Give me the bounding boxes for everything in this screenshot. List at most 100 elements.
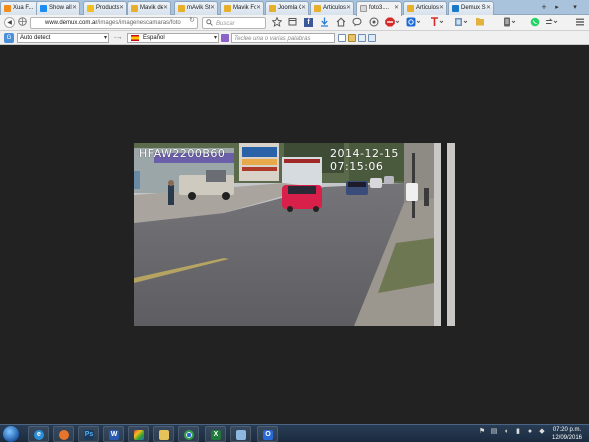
close-icon[interactable]: ✕ — [346, 4, 351, 11]
tab-articulos-1[interactable]: Articulos:... ✕ — [310, 1, 354, 15]
taskbar-photoshop[interactable]: Ps — [78, 426, 99, 442]
tab-list-button[interactable]: ▾ — [570, 3, 580, 13]
taskbar-chrome[interactable] — [178, 426, 199, 442]
bookmarks-menu-icon[interactable] — [454, 17, 468, 28]
tab-label: Xua F... — [13, 5, 34, 11]
taskbar-app-colorful[interactable] — [128, 426, 149, 442]
camera-photo[interactable]: HFAW2200B60 2014-12-15 07:15:06 — [134, 143, 455, 326]
navigation-toolbar: ◀ www.demux.com.ar/images/imagenescamara… — [0, 15, 589, 31]
image-favicon — [360, 5, 367, 12]
translate-input[interactable]: Teclee una o varias palabras — [231, 33, 335, 43]
tab-label: Articulos:... — [416, 5, 439, 11]
close-icon[interactable]: ✕ — [163, 4, 168, 11]
tab-joomla[interactable]: Joomla G... ✕ — [265, 1, 309, 15]
facebook-icon[interactable]: f — [303, 17, 314, 28]
network-icon[interactable]: ▤ — [490, 428, 498, 436]
tab-demux[interactable]: Demux S... ✕ — [448, 1, 494, 15]
photoshop-icon: Ps — [84, 430, 94, 440]
tab-products[interactable]: Products ✕ — [83, 1, 127, 15]
close-icon[interactable]: ✕ — [486, 4, 491, 11]
reload-icon[interactable]: ↻ — [189, 16, 195, 24]
bookmark-star-icon[interactable] — [271, 16, 282, 28]
whatsapp-icon[interactable] — [529, 17, 540, 28]
taskbar-ie[interactable]: e — [28, 426, 49, 442]
chevron-down-icon: ▾ — [103, 35, 107, 41]
tab-label: Mavik For... — [233, 5, 256, 11]
chat-bubble-icon[interactable] — [351, 17, 362, 28]
volume-icon[interactable]: ◖ — [502, 428, 510, 436]
tab-mavik-st[interactable]: mAvik St... ✕ — [174, 1, 218, 15]
target-language-select[interactable]: Español ▾ — [127, 33, 219, 43]
clock[interactable]: 07:20 p.m. 12/09/2016 — [548, 426, 586, 442]
app-icon — [134, 430, 144, 440]
tab-show-all[interactable]: Show all ... ✕ — [36, 1, 80, 15]
taskbar-excel[interactable]: X — [205, 426, 226, 442]
pocket-icon[interactable] — [406, 17, 421, 28]
timestamp-overlay: 2014-12-15 07:15:06 — [330, 147, 399, 173]
clipboard-icon[interactable] — [348, 34, 356, 42]
new-tab-button[interactable]: + — [538, 2, 550, 13]
tab-label: Products — [96, 5, 119, 11]
flag-icon[interactable]: ⚑ — [478, 428, 486, 436]
tab-foto3[interactable]: foto3.... ✕ — [356, 1, 402, 16]
cast-icon[interactable] — [545, 17, 559, 28]
tab-label: mAvik St... — [187, 5, 210, 11]
back-button[interactable]: ◀ — [4, 17, 15, 28]
windows-taskbar: e Ps W X O ⚑ ▤ ◖ ▮ ● ◆ 07:20 p.m. 12/09/… — [0, 424, 589, 442]
bookmark-folder-icon[interactable] — [474, 17, 485, 28]
tab-mavik-del[interactable]: Mavik del... ✕ — [127, 1, 171, 15]
extension-grey-icon[interactable] — [503, 17, 517, 28]
close-icon[interactable]: ✕ — [210, 4, 215, 11]
tab-label: Demux S... — [461, 5, 486, 11]
dictionary-icon[interactable] — [338, 34, 346, 42]
source-language-select[interactable]: Auto detect ▾ — [17, 33, 109, 43]
address-bar[interactable]: www.demux.com.ar/images/imagenescamaras/… — [30, 17, 198, 29]
close-icon[interactable]: ✕ — [394, 4, 399, 11]
start-button[interactable] — [3, 426, 19, 442]
tab-label: foto3.... — [369, 5, 390, 11]
adblock-icon[interactable] — [385, 17, 400, 28]
taskbar-outlook[interactable]: O — [257, 426, 278, 442]
tab-label: Joomla G... — [278, 5, 301, 11]
taskbar-firefox[interactable] — [53, 426, 74, 442]
swap-arrow-icon[interactable]: ··→ — [114, 34, 122, 41]
tab-articulos-2[interactable]: Articulos:... ✕ — [403, 1, 447, 15]
tab-label: Articulos:... — [323, 5, 346, 11]
notes-icon — [236, 430, 246, 440]
target-language-value: Español — [143, 35, 165, 41]
close-icon[interactable]: ✕ — [72, 4, 77, 11]
translate-page-icon[interactable] — [221, 34, 229, 42]
settings-icon[interactable] — [368, 34, 376, 42]
hamburger-menu-icon[interactable] — [574, 17, 585, 28]
addon-flower-icon[interactable] — [368, 17, 379, 28]
close-icon[interactable]: ✕ — [256, 4, 261, 11]
history-icon[interactable] — [358, 34, 366, 42]
page-viewport: HFAW2200B60 2014-12-15 07:15:06 — [0, 45, 589, 424]
site-identity-icon[interactable] — [17, 17, 28, 28]
translate-text-icon[interactable] — [430, 17, 444, 28]
power-icon[interactable]: ▮ — [514, 428, 522, 436]
home-icon[interactable] — [335, 17, 346, 28]
search-placeholder: Buscar — [216, 21, 235, 27]
close-icon[interactable]: ✕ — [119, 4, 124, 11]
taskbar-word[interactable]: W — [103, 426, 124, 442]
close-icon[interactable]: ✕ — [439, 4, 444, 11]
search-bar[interactable]: Buscar — [202, 17, 266, 29]
folder-icon — [159, 430, 169, 440]
tab-favicon — [40, 5, 47, 12]
translator-logo-icon[interactable]: G — [4, 33, 14, 43]
url-text[interactable]: www.demux.com.ar/images/imagenescamaras/… — [45, 19, 193, 28]
tab-mavik-for[interactable]: Mavik For... ✕ — [220, 1, 264, 15]
taskbar-notes[interactable] — [230, 426, 251, 442]
tab-favicon — [314, 5, 321, 12]
reading-list-icon[interactable] — [287, 17, 298, 28]
taskbar-explorer[interactable] — [153, 426, 174, 442]
chevron-down-icon: ▾ — [213, 35, 217, 41]
url-host: www.demux.com.ar — [45, 20, 98, 26]
shield-icon[interactable]: ◆ — [538, 428, 546, 436]
close-icon[interactable]: ✕ — [301, 4, 306, 11]
tab-scroll-right-button[interactable]: ▸ — [552, 3, 562, 13]
chrome-icon — [184, 430, 194, 440]
antivirus-icon[interactable]: ● — [526, 428, 534, 436]
download-icon[interactable] — [319, 17, 330, 28]
